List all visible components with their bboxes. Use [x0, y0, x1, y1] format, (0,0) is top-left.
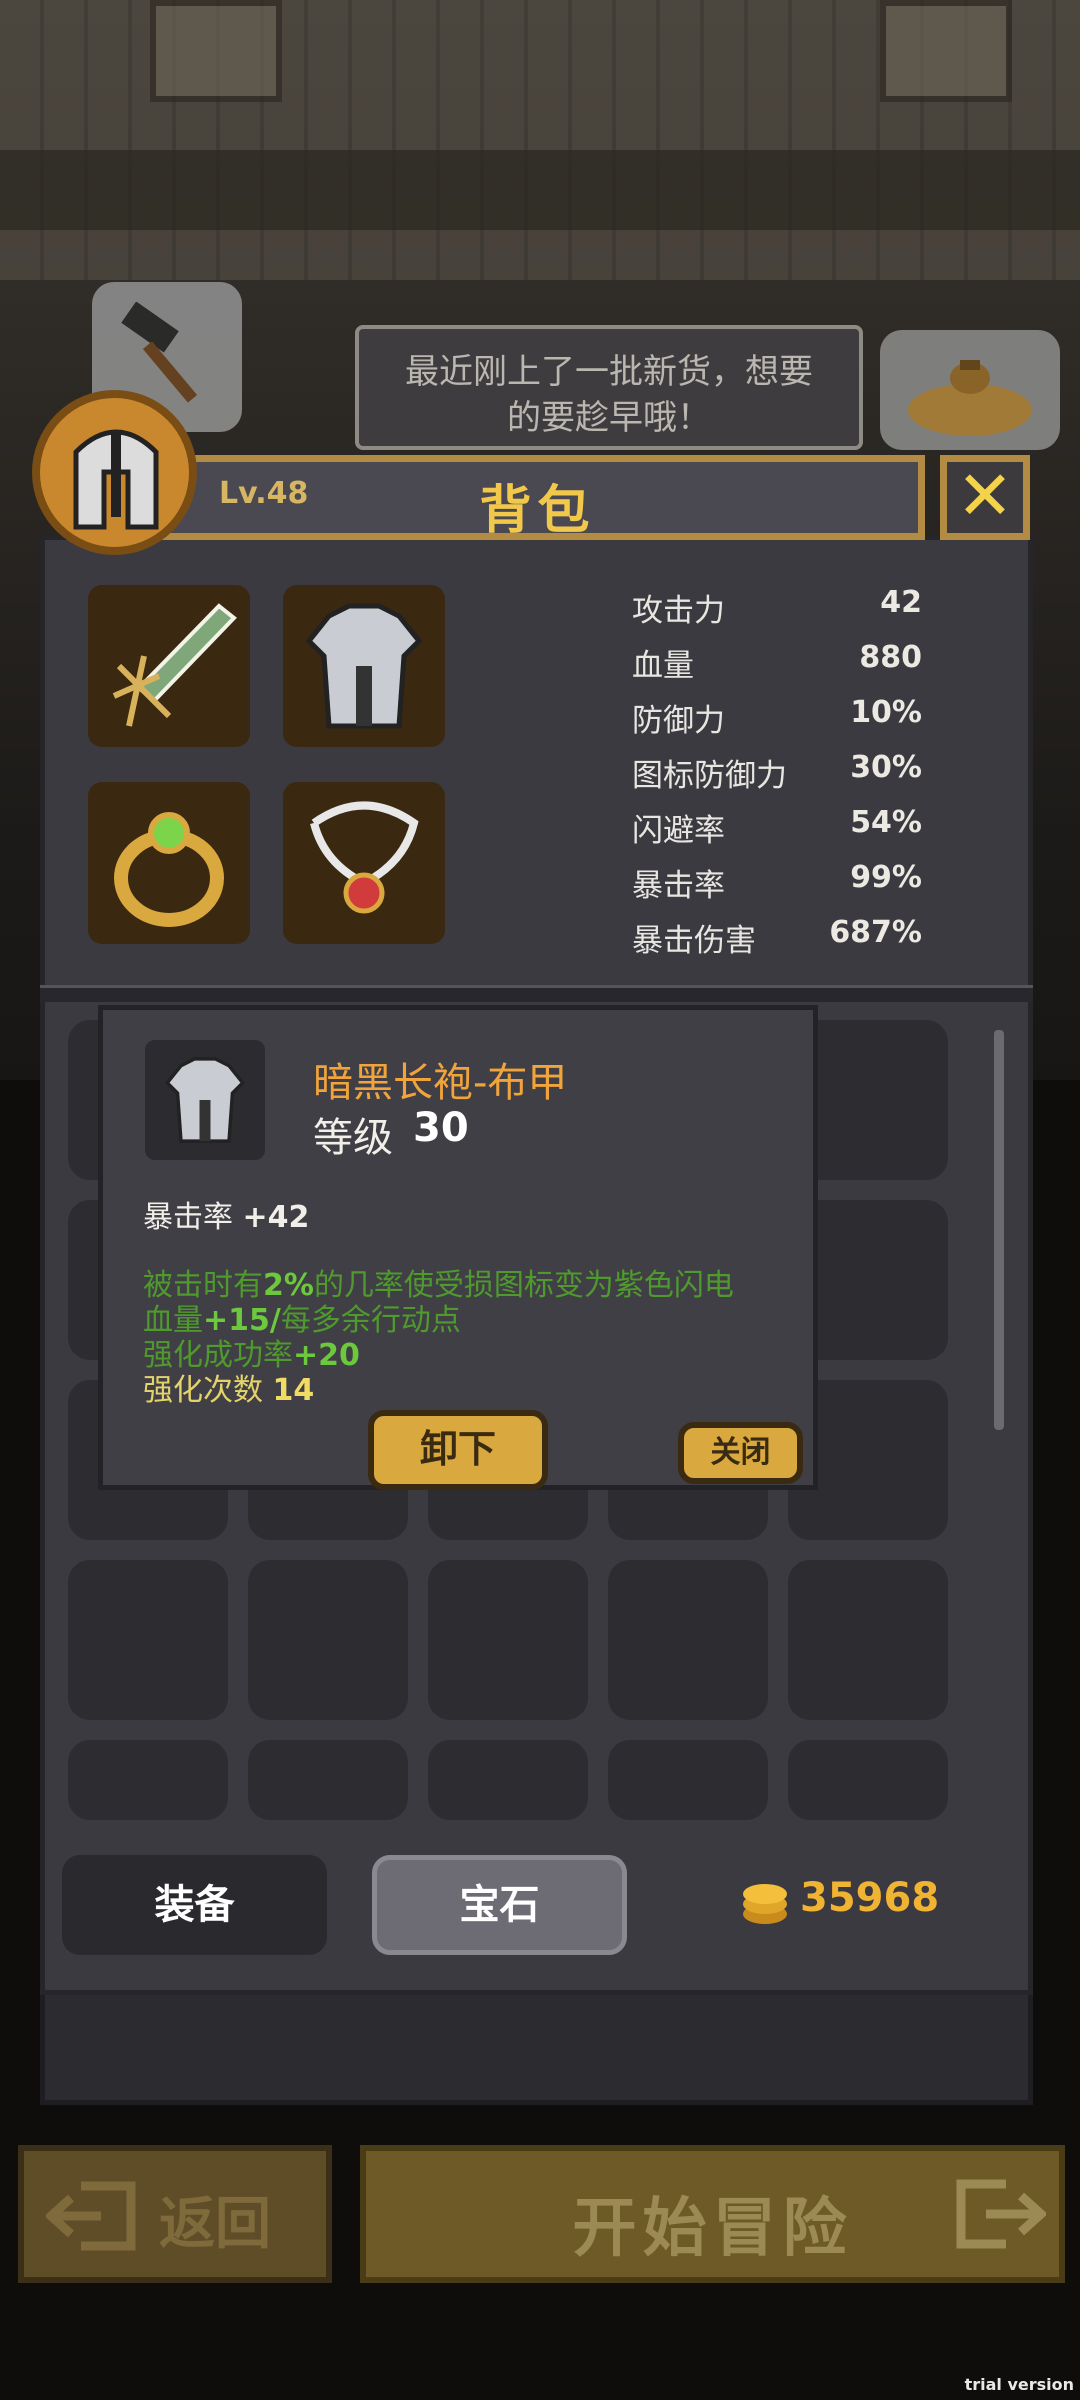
necklace-slot[interactable]	[283, 782, 445, 944]
stat-label: 暴击伤害	[632, 923, 756, 959]
inventory-title: 背包	[479, 481, 596, 541]
gold-amount: 35968	[800, 1875, 940, 1921]
armor-icon	[164, 1057, 246, 1143]
panel-divider	[40, 985, 1033, 1002]
background-window	[150, 0, 282, 102]
inventory-cell[interactable]	[608, 1740, 768, 1820]
item-level-label: 等级	[313, 1115, 393, 1161]
ring-slot[interactable]	[88, 782, 250, 944]
enhance-value: 14	[272, 1373, 315, 1408]
enter-arrow-icon	[956, 2179, 1046, 2249]
sword-icon	[112, 603, 237, 727]
inventory-cell[interactable]	[608, 1560, 768, 1720]
weapon-slot[interactable]	[88, 585, 250, 747]
back-button[interactable]: 返回	[18, 2145, 332, 2283]
stat-label: 血量	[632, 648, 694, 684]
back-label: 返回	[159, 2192, 271, 2257]
close-inventory-button[interactable]: ✕	[940, 455, 1030, 540]
exit-arrow-icon	[46, 2181, 136, 2251]
inventory-title-bar: Lv.48 背包	[150, 455, 925, 541]
stat-value: 54%	[850, 805, 922, 840]
stat-value: 30%	[850, 750, 922, 785]
gold-coin-icon	[743, 1884, 787, 1924]
stat-label: 防御力	[632, 703, 725, 739]
item-level-value: 30	[413, 1105, 469, 1151]
speech-line-2: 的要趁早哦！	[507, 398, 711, 438]
inventory-cell[interactable]	[428, 1560, 588, 1720]
armor-icon	[305, 603, 423, 729]
inventory-cell[interactable]	[68, 1560, 228, 1720]
inventory-cell[interactable]	[68, 1740, 228, 1820]
shop-bag-button[interactable]	[880, 330, 1060, 450]
armor-slot[interactable]	[283, 585, 445, 747]
money-bag-icon	[908, 360, 1032, 436]
tab-equipment[interactable]: 装备	[62, 1855, 327, 1955]
stat-value: 880	[859, 640, 922, 675]
stat-label: 攻击力	[632, 593, 725, 629]
stat-value: 99%	[850, 860, 922, 895]
enhance-label: 强化次数	[143, 1373, 263, 1408]
necklace-icon	[310, 801, 419, 914]
inventory-panel-footer	[40, 1995, 1033, 2105]
stat-label: 暴击率	[632, 868, 725, 904]
trial-watermark: trial version	[964, 2375, 1074, 2394]
stat-row-crit-damage: 暴击伤害 687%	[632, 915, 922, 970]
stat-row-dodge: 闪避率 54%	[632, 805, 922, 860]
inventory-cell[interactable]	[248, 1740, 408, 1820]
main-stat-label: 暴击率	[143, 1200, 233, 1235]
stat-value: 10%	[850, 695, 922, 730]
stat-value: 687%	[829, 915, 922, 950]
unequip-button[interactable]: 卸下	[368, 1410, 548, 1490]
stat-row-hp: 血量 880	[632, 640, 922, 695]
stat-value: 42	[880, 585, 922, 620]
inventory-cell[interactable]	[788, 1740, 948, 1820]
player-avatar	[32, 390, 197, 555]
stat-row-attack: 攻击力 42	[632, 585, 922, 640]
background-beam	[0, 150, 1080, 230]
close-popup-button[interactable]: 关闭	[678, 1422, 803, 1484]
item-detail-popup: 暗黑长袍-布甲 等级 30 暴击率 +42 被击时有2%的几率使受损图标变为紫色…	[98, 1005, 818, 1490]
stat-label: 图标防御力	[632, 758, 787, 794]
item-main-stat: 暴击率 +42	[143, 1192, 309, 1236]
inventory-cell[interactable]	[248, 1560, 408, 1720]
background-window	[880, 0, 1012, 102]
start-adventure-button[interactable]: 开始冒险	[360, 2145, 1065, 2283]
inventory-cell[interactable]	[428, 1740, 588, 1820]
ring-icon	[114, 812, 224, 927]
stat-label: 闪避率	[632, 813, 725, 849]
main-stat-value: +42	[242, 1200, 310, 1235]
stats-list: 攻击力 42 血量 880 防御力 10% 图标防御力 30% 闪避率 54% 暴击率 99…	[632, 585, 922, 970]
inventory-scrollbar[interactable]	[994, 1030, 1004, 1430]
close-icon: ✕	[956, 457, 1014, 536]
item-picture	[145, 1040, 265, 1160]
helmet-icon	[73, 429, 159, 530]
stat-row-icon-defense: 图标防御力 30%	[632, 750, 922, 805]
stat-row-crit-rate: 暴击率 99%	[632, 860, 922, 915]
stat-row-defense: 防御力 10%	[632, 695, 922, 750]
inventory-cell[interactable]	[788, 1560, 948, 1720]
speech-line-1: 最近刚上了一批新货，想要	[405, 352, 813, 392]
item-enhance-count: 强化次数 14	[143, 1365, 314, 1409]
merchant-speech-bubble: 最近刚上了一批新货，想要 的要趁早哦！	[355, 325, 863, 450]
tab-gems[interactable]: 宝石	[372, 1855, 627, 1955]
item-name: 暗黑长袍-布甲	[313, 1060, 568, 1106]
